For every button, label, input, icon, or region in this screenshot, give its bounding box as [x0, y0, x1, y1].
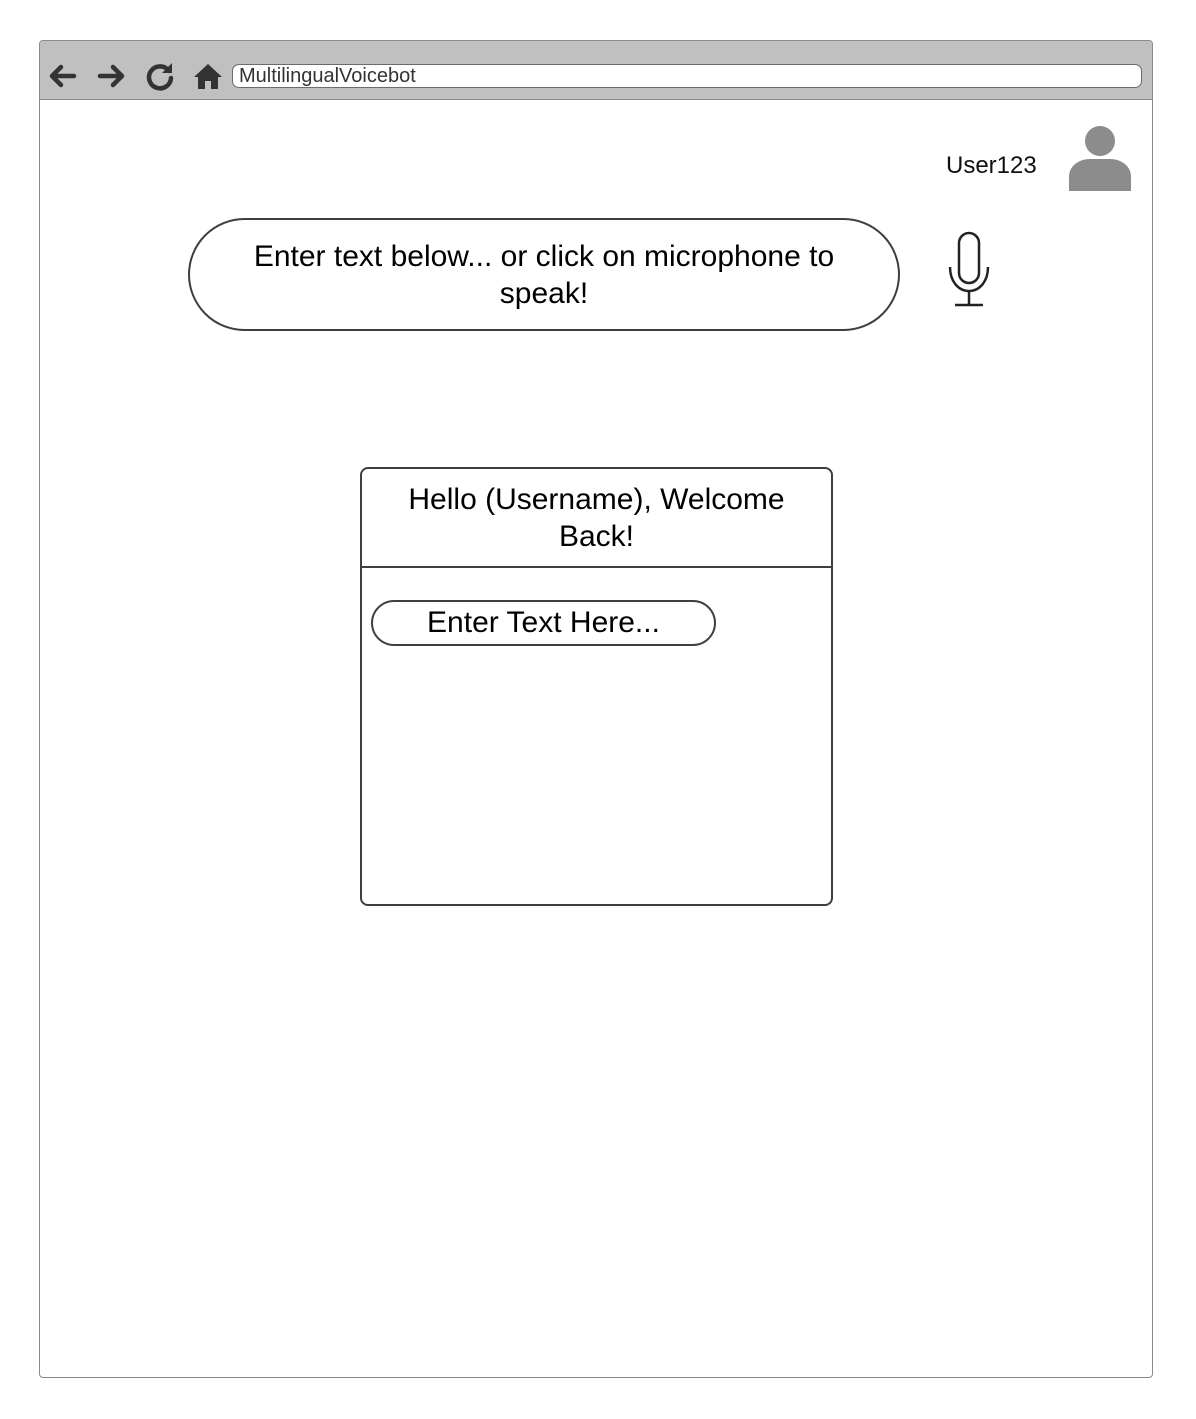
browser-window: MultilingualVoicebot User123 Enter text …	[39, 40, 1153, 1378]
back-arrow-icon[interactable]	[45, 59, 79, 93]
username-label: User123	[946, 152, 1037, 179]
user-avatar-icon[interactable]	[1068, 125, 1132, 193]
chat-text-input[interactable]: Enter Text Here...	[371, 600, 716, 646]
chat-panel: Hello (Username), Welcome Back! Enter Te…	[360, 467, 833, 906]
address-bar[interactable]: MultilingualVoicebot	[232, 64, 1142, 88]
forward-arrow-icon[interactable]	[95, 59, 129, 93]
browser-toolbar: MultilingualVoicebot	[40, 41, 1152, 100]
reload-icon[interactable]	[143, 59, 177, 93]
chat-input-placeholder: Enter Text Here...	[427, 606, 660, 639]
welcome-message: Hello (Username), Welcome Back!	[408, 482, 785, 553]
chat-header: Hello (Username), Welcome Back!	[362, 469, 831, 568]
voice-prompt-banner: Enter text below... or click on micropho…	[188, 218, 900, 331]
home-icon[interactable]	[191, 59, 225, 93]
microphone-icon[interactable]	[946, 231, 992, 309]
prompt-text: Enter text below... or click on micropho…	[253, 239, 835, 310]
